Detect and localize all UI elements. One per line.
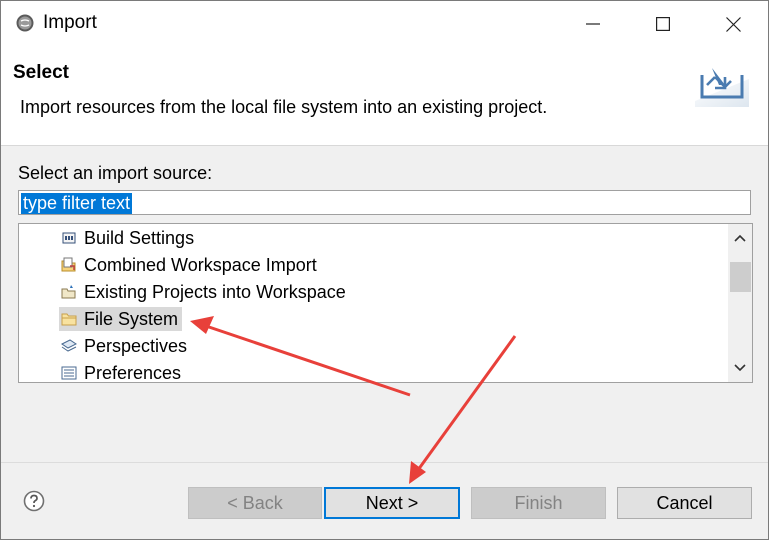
- import-wizard-icon: [695, 68, 749, 107]
- filter-text: type filter text: [21, 193, 133, 214]
- chevron-up-icon: [734, 234, 746, 242]
- tree-item-preferences[interactable]: Preferences: [59, 361, 185, 383]
- close-icon: [725, 16, 741, 32]
- existing-projects-icon: [61, 285, 76, 299]
- wizard-header: Select Import resources from the local f…: [1, 47, 768, 146]
- import-source-tree[interactable]: Build Settings Combined Workspace Import…: [18, 223, 753, 383]
- help-icon[interactable]: [23, 490, 45, 512]
- scroll-down-button[interactable]: [728, 354, 752, 382]
- tree-item-file-system[interactable]: File System: [59, 307, 183, 331]
- tree-item-perspectives[interactable]: Perspectives: [59, 334, 191, 358]
- tree-item-label: Perspectives: [84, 335, 188, 356]
- tree-item-label: Build Settings: [84, 227, 195, 248]
- title-bar: Import: [1, 1, 768, 47]
- close-button[interactable]: [698, 1, 768, 47]
- preferences-icon: [61, 366, 77, 380]
- page-title: Select: [13, 62, 69, 83]
- scroll-thumb[interactable]: [730, 262, 751, 292]
- perspectives-icon: [61, 339, 77, 352]
- combined-import-icon: [61, 257, 76, 272]
- tree-item-label: Existing Projects into Workspace: [84, 281, 346, 302]
- tree-item-combined-workspace-import[interactable]: Combined Workspace Import: [59, 253, 321, 277]
- maximize-button[interactable]: [628, 1, 698, 47]
- cancel-button[interactable]: Cancel: [617, 487, 752, 519]
- folder-icon: [61, 313, 77, 326]
- tree-item-label: Preferences: [84, 362, 182, 383]
- maximize-icon: [656, 17, 670, 31]
- eclipse-icon: [16, 14, 34, 32]
- import-source-label: Select an import source:: [18, 163, 213, 183]
- filter-input[interactable]: type filter text: [18, 190, 751, 215]
- tree-item-build-settings[interactable]: Build Settings: [59, 226, 198, 250]
- minimize-button[interactable]: [558, 1, 628, 47]
- tree-item-label: Combined Workspace Import: [84, 254, 317, 275]
- next-button[interactable]: Next >: [324, 487, 460, 519]
- back-button[interactable]: < Back: [188, 487, 322, 519]
- finish-button[interactable]: Finish: [471, 487, 606, 519]
- tree-item-label: File System: [84, 308, 179, 329]
- import-dialog: Import Select Import resources from the …: [0, 0, 769, 540]
- footer-divider: [1, 462, 768, 463]
- build-settings-icon: [62, 232, 76, 244]
- tree-item-existing-projects[interactable]: Existing Projects into Workspace: [59, 280, 350, 304]
- scroll-up-button[interactable]: [728, 224, 752, 252]
- tree-scrollbar[interactable]: [728, 224, 752, 382]
- minimize-icon: [586, 23, 600, 25]
- chevron-down-icon: [734, 364, 746, 372]
- page-description: Import resources from the local file sys…: [20, 97, 548, 117]
- window-title: Import: [43, 12, 97, 33]
